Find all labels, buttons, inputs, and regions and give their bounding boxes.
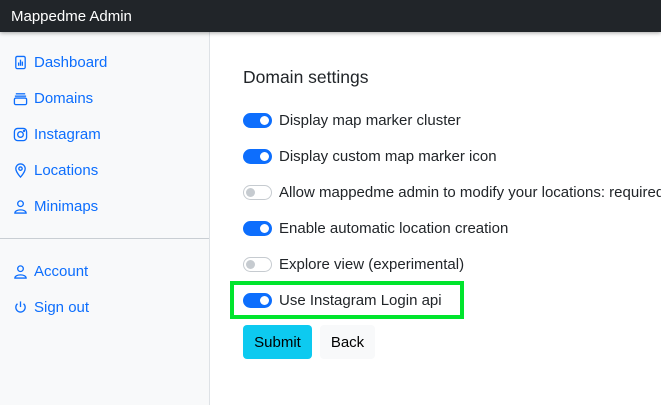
sidebar-item-label: Instagram xyxy=(34,125,101,143)
setting-custom-marker-icon: Display custom map marker icon xyxy=(243,145,497,167)
domains-icon xyxy=(12,90,28,106)
top-navbar: Mappedme Admin xyxy=(0,0,661,32)
sidebar-item-account[interactable]: Account xyxy=(12,260,88,282)
toggle-knob xyxy=(260,115,269,125)
setting-label: Display map marker cluster xyxy=(279,111,461,129)
sidebar-item-label: Locations xyxy=(34,161,99,179)
toggle-switch[interactable] xyxy=(243,184,272,200)
sidebar-item-domains[interactable]: Domains xyxy=(12,87,93,109)
page-title: Domain settings xyxy=(243,67,369,87)
app-title[interactable]: Mappedme Admin xyxy=(11,8,132,25)
power-icon xyxy=(12,299,28,315)
toggle-knob xyxy=(246,259,255,269)
user-icon xyxy=(12,263,28,279)
sidebar-item-instagram[interactable]: Instagram xyxy=(12,123,101,145)
person-icon xyxy=(12,198,28,214)
setting-label: Allow mappedme admin to modify your loca… xyxy=(279,183,661,201)
instagram-icon xyxy=(12,126,28,142)
sidebar-item-label: Dashboard xyxy=(34,53,108,71)
sidebar-item-label: Sign out xyxy=(34,298,90,316)
toggle-switch[interactable] xyxy=(243,112,272,128)
setting-instagram-login-api: Use Instagram Login api xyxy=(243,289,442,311)
submit-button[interactable]: Submit xyxy=(243,325,312,359)
toggle-switch[interactable] xyxy=(243,148,272,164)
sidebar-item-minimaps[interactable]: Minimaps xyxy=(12,195,98,217)
toggle-knob xyxy=(260,295,269,305)
sidebar-item-label: Account xyxy=(34,262,89,280)
toggle-knob xyxy=(260,223,269,233)
sidebar-divider xyxy=(0,238,209,239)
sidebar-item-dashboard[interactable]: Dashboard xyxy=(12,51,107,73)
setting-label: Display custom map marker icon xyxy=(279,147,497,165)
toggle-knob xyxy=(246,187,255,197)
setting-map-marker-cluster: Display map marker cluster xyxy=(243,109,461,131)
back-button[interactable]: Back xyxy=(320,325,375,359)
setting-label: Explore view (experimental) xyxy=(279,255,465,273)
setting-auto-location-creation: Enable automatic location creation xyxy=(243,217,508,239)
location-pin-icon xyxy=(12,162,28,178)
setting-allow-admin-modify: Allow mappedme admin to modify your loca… xyxy=(243,181,661,203)
main-content: Domain settings Display map marker clust… xyxy=(230,32,661,405)
toggle-switch[interactable] xyxy=(243,256,272,272)
setting-explore-view: Explore view (experimental) xyxy=(243,253,464,275)
sidebar-item-sign-out[interactable]: Sign out xyxy=(12,296,89,318)
toggle-switch[interactable] xyxy=(243,220,272,236)
sidebar-item-locations[interactable]: Locations xyxy=(12,159,98,181)
setting-label: Use Instagram Login api xyxy=(279,291,442,309)
setting-label: Enable automatic location creation xyxy=(279,219,509,237)
dashboard-icon xyxy=(12,54,28,70)
toggle-switch[interactable] xyxy=(243,292,272,308)
sidebar: Dashboard Domains Instagram Locations Mi… xyxy=(0,32,210,405)
toggle-knob xyxy=(260,151,269,161)
sidebar-item-label: Domains xyxy=(34,89,94,107)
sidebar-item-label: Minimaps xyxy=(34,197,99,215)
